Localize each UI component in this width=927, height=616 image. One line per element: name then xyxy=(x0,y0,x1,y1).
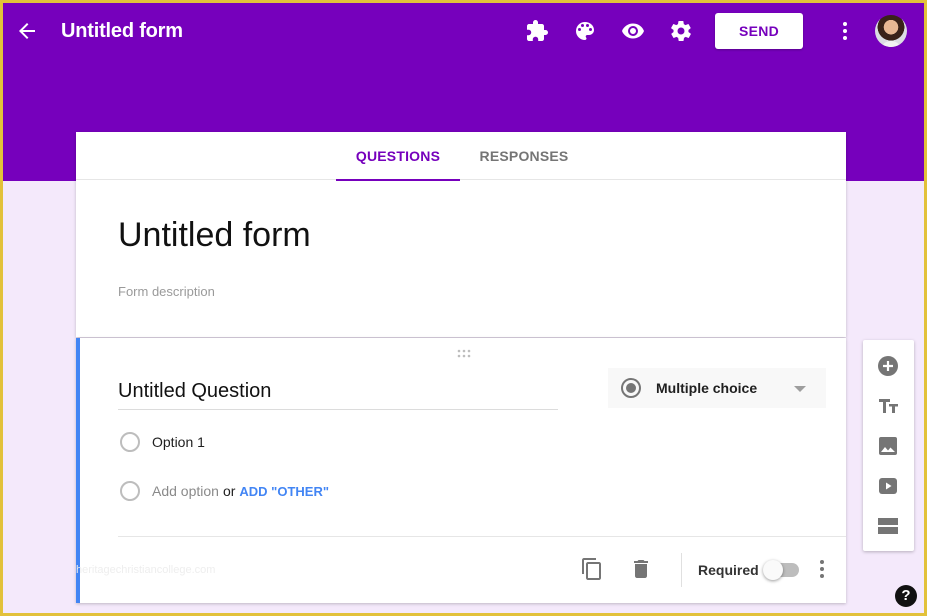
required-toggle[interactable] xyxy=(763,560,801,580)
question-title-input[interactable]: Untitled Question xyxy=(118,380,558,410)
required-label: Required xyxy=(698,562,759,578)
add-option-input[interactable]: Add option xyxy=(152,483,219,499)
addons-puzzle-icon[interactable] xyxy=(525,19,549,43)
preview-eye-icon[interactable] xyxy=(621,19,645,43)
form-name[interactable]: Untitled form xyxy=(61,20,183,43)
add-video-icon[interactable] xyxy=(876,474,900,498)
tab-responses[interactable]: RESPONSES xyxy=(470,132,578,180)
option-radio xyxy=(120,481,140,501)
option-radio[interactable] xyxy=(120,432,140,452)
drag-handle-icon[interactable] xyxy=(456,346,472,358)
send-button[interactable]: SEND xyxy=(715,13,803,49)
more-vert-icon[interactable] xyxy=(833,19,857,43)
avatar[interactable] xyxy=(875,15,907,47)
dropdown-arrow-icon xyxy=(794,386,806,392)
back-arrow-icon[interactable] xyxy=(15,19,39,43)
add-question-icon[interactable] xyxy=(876,354,900,378)
watermark: heritagechristiancollege.com xyxy=(76,564,216,576)
form-title-input[interactable]: Untitled form xyxy=(118,216,311,255)
question-more-icon[interactable] xyxy=(810,557,834,581)
add-image-icon[interactable] xyxy=(876,434,900,458)
side-toolbar xyxy=(863,340,914,551)
delete-icon[interactable] xyxy=(629,557,653,581)
tab-questions[interactable]: QUESTIONS xyxy=(336,132,460,181)
question-type-dropdown[interactable]: Multiple choice xyxy=(608,368,826,408)
option-row: Option 1 xyxy=(120,430,205,454)
tab-bar: QUESTIONS RESPONSES xyxy=(76,132,846,181)
add-section-icon[interactable] xyxy=(876,514,900,538)
divider xyxy=(118,536,846,537)
toggle-thumb xyxy=(763,560,783,580)
add-option-row: Add option or ADD "OTHER" xyxy=(120,479,329,503)
radio-button-icon xyxy=(620,377,642,404)
question-type-label: Multiple choice xyxy=(656,380,758,396)
question-card[interactable]: Untitled Question Multiple choice Option… xyxy=(76,338,846,603)
add-title-icon[interactable] xyxy=(876,394,900,418)
duplicate-icon[interactable] xyxy=(580,557,604,581)
app-frame: Untitled form SEND QUESTIONS RESPONSES U… xyxy=(3,3,924,613)
form-description-input[interactable]: Form description xyxy=(118,284,215,299)
divider xyxy=(681,553,682,587)
help-icon[interactable]: ? xyxy=(895,585,917,607)
palette-icon[interactable] xyxy=(573,19,597,43)
option-label[interactable]: Option 1 xyxy=(152,434,205,450)
or-text: or xyxy=(222,483,236,499)
form-header-card: QUESTIONS RESPONSES Untitled form Form d… xyxy=(76,132,846,337)
settings-gear-icon[interactable] xyxy=(669,19,693,43)
add-other-link[interactable]: ADD "OTHER" xyxy=(239,484,329,499)
